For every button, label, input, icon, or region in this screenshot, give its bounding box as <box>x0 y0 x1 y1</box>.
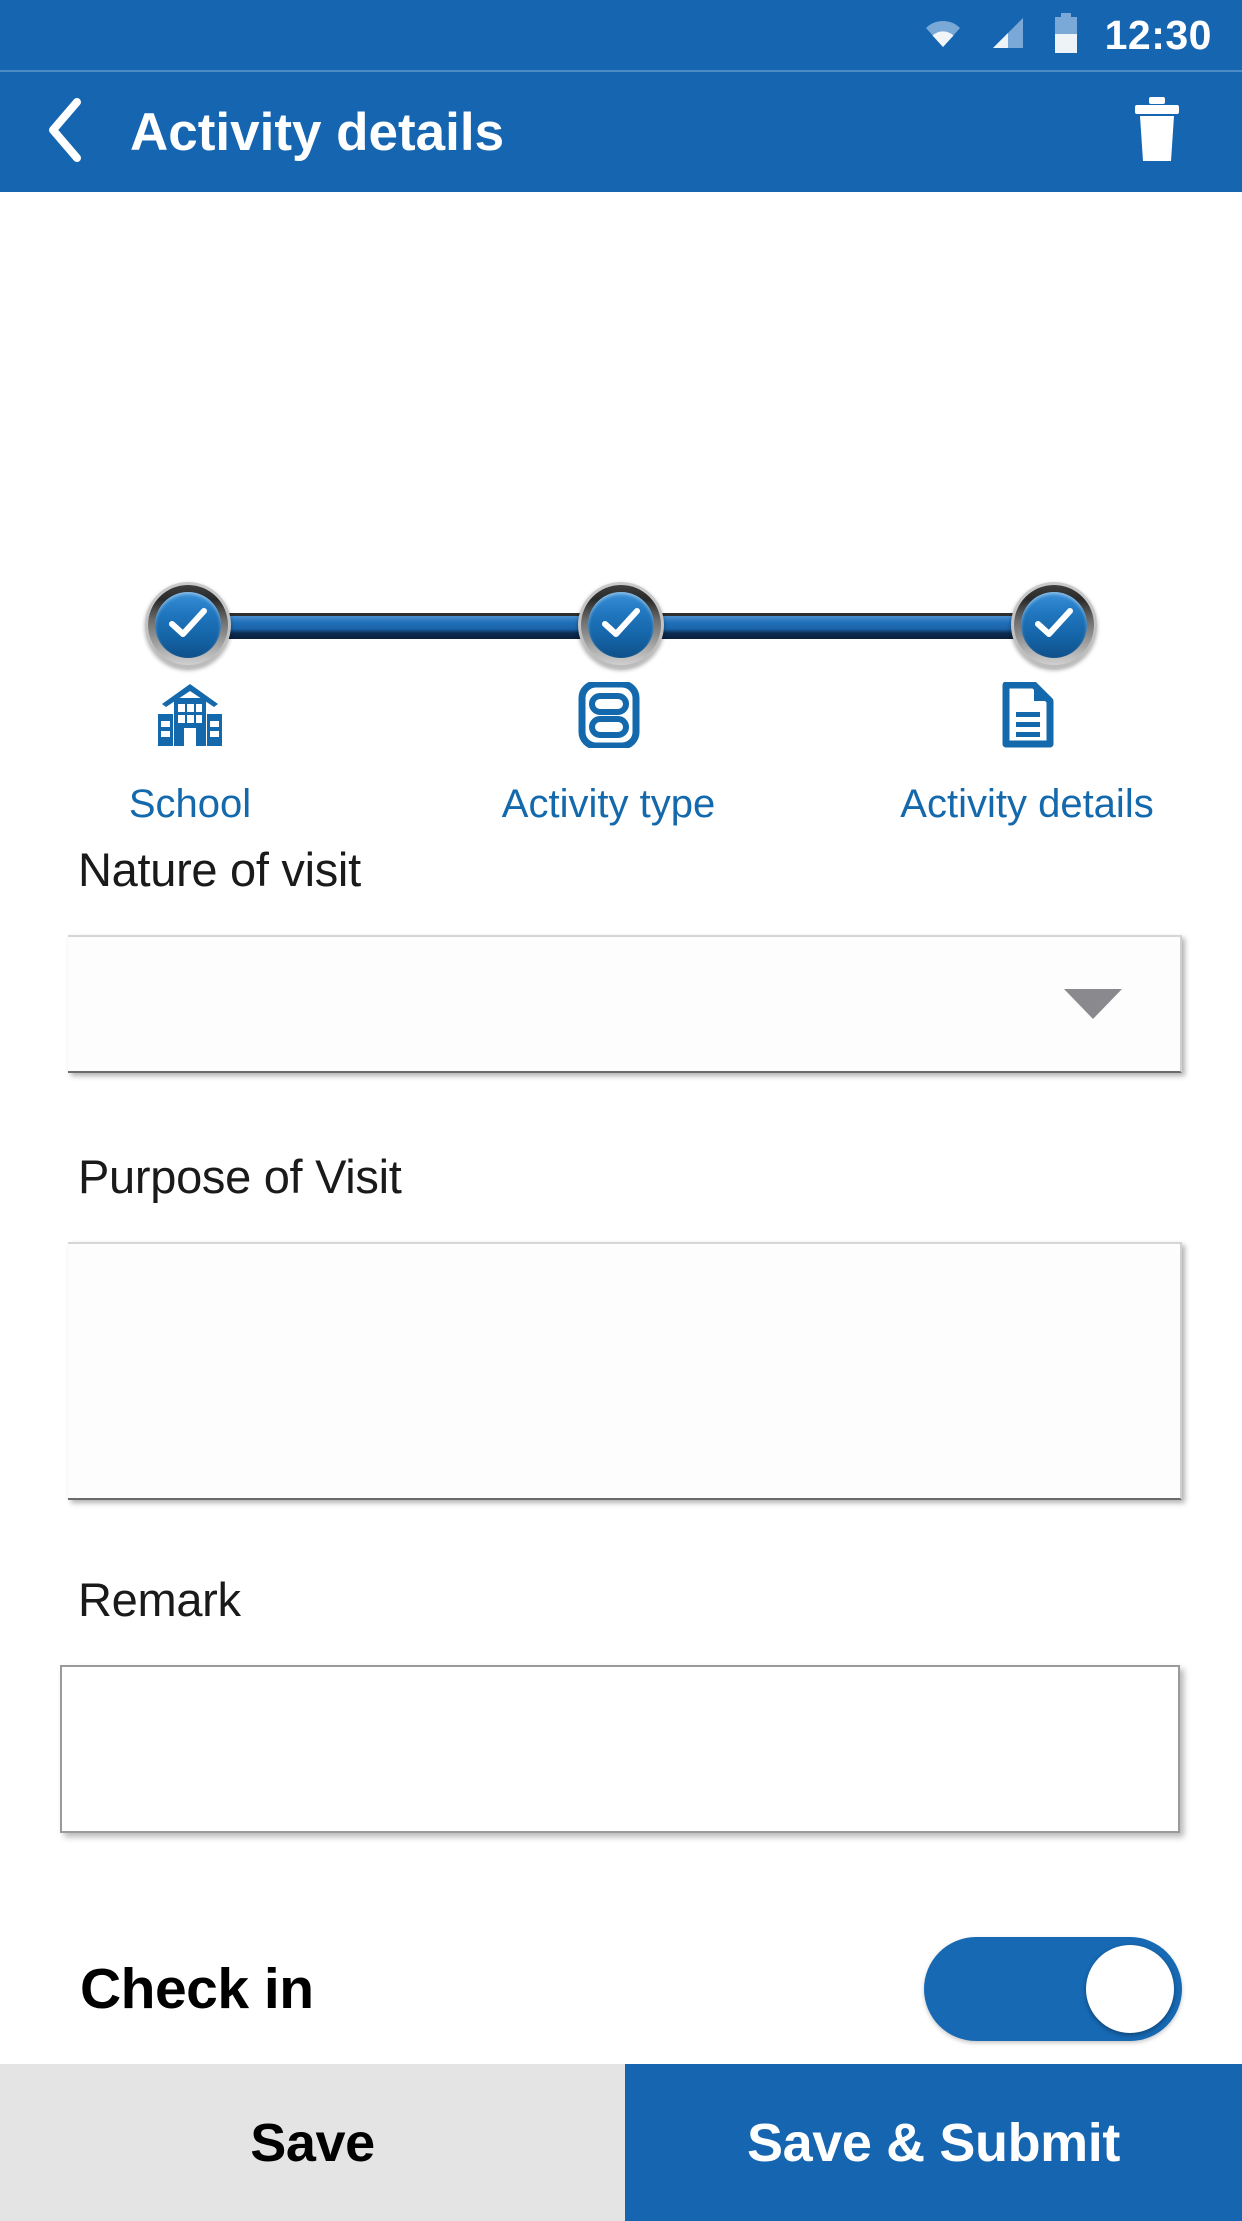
check-icon <box>1034 607 1074 644</box>
stepper-item-activity-details[interactable]: Activity details <box>897 682 1157 827</box>
screen-root: 12:30 Activity details School Activity t… <box>0 0 1242 2221</box>
cellular-signal-icon <box>989 16 1027 55</box>
check-in-toggle[interactable] <box>924 1937 1182 2041</box>
activity-details-form: Nature of visit Purpose of Visit Remark … <box>0 842 1242 2041</box>
stepper-node-inner <box>588 592 654 658</box>
stepper-label-school: School <box>128 782 252 826</box>
chevron-left-icon <box>43 97 87 167</box>
school-building-icon <box>154 682 226 748</box>
app-bar: Activity details <box>0 72 1242 192</box>
battery-icon <box>1053 12 1079 58</box>
stepper-labels: School Activity type Activity details <box>0 682 1242 827</box>
remark-label: Remark <box>78 1573 241 1626</box>
status-bar-clock: 12:30 <box>1104 11 1212 58</box>
activity-type-icon <box>578 682 640 748</box>
check-icon <box>168 607 208 644</box>
nature-of-visit-select[interactable] <box>68 935 1182 1073</box>
toggle-knob <box>1086 1945 1174 2033</box>
save-and-submit-button[interactable]: Save & Submit <box>625 2064 1242 2221</box>
page-title: Activity details <box>130 102 505 162</box>
stepper-item-school[interactable]: School <box>60 682 320 827</box>
stepper-nodes <box>0 582 1242 668</box>
check-icon <box>601 607 641 644</box>
progress-stepper: School Activity type Activity details <box>0 192 1242 826</box>
save-button[interactable]: Save <box>0 2064 625 2221</box>
content-area: School Activity type Activity details Na… <box>0 192 1242 2221</box>
check-in-row: Check in <box>0 1937 1242 2041</box>
status-bar: 12:30 <box>0 0 1242 72</box>
stepper-label-activity-details: Activity details <box>900 782 1154 826</box>
back-button[interactable] <box>30 97 100 167</box>
delete-button[interactable] <box>1122 92 1192 172</box>
stepper-item-activity-type[interactable]: Activity type <box>479 682 739 827</box>
purpose-of-visit-input[interactable] <box>68 1242 1182 1500</box>
check-in-label: Check in <box>80 1957 314 2021</box>
stepper-node-activity-details[interactable] <box>1011 582 1097 668</box>
nature-of-visit-label: Nature of visit <box>78 843 361 896</box>
document-icon <box>998 682 1056 748</box>
stepper-node-activity-type[interactable] <box>578 582 664 668</box>
caret-down-icon <box>1064 989 1122 1019</box>
stepper-node-school[interactable] <box>145 582 231 668</box>
wifi-icon <box>923 17 963 54</box>
remark-input[interactable] <box>60 1665 1180 1833</box>
stepper-node-inner <box>1021 592 1087 658</box>
status-bar-icons <box>923 12 1079 58</box>
bottom-action-bar: Save Save & Submit <box>0 2064 1242 2221</box>
purpose-of-visit-label: Purpose of Visit <box>78 1150 402 1203</box>
trash-icon <box>1130 96 1184 168</box>
stepper-label-activity-type: Activity type <box>501 782 716 826</box>
stepper-node-inner <box>155 592 221 658</box>
